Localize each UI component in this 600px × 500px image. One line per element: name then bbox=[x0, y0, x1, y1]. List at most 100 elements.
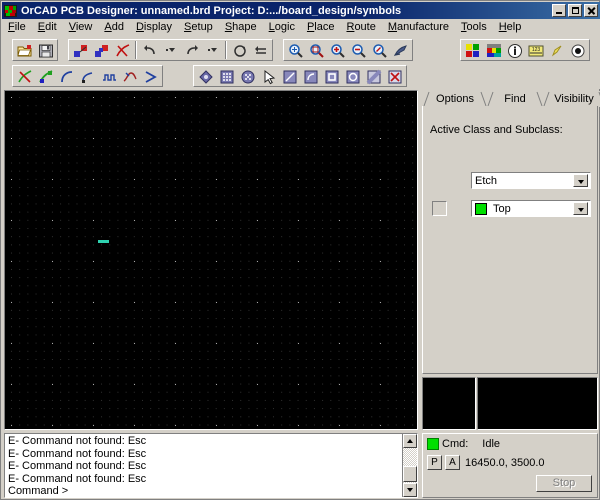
layer-color-swatch[interactable] bbox=[432, 201, 447, 216]
scrollbar-thumb[interactable] bbox=[403, 466, 417, 482]
stop-button[interactable]: Stop bbox=[536, 475, 592, 492]
command-status-row: Cmd: Idle bbox=[427, 438, 500, 450]
cut-move-icon[interactable] bbox=[70, 40, 91, 60]
command-prompt-line: Command > bbox=[8, 485, 402, 497]
shape-delete-icon[interactable] bbox=[342, 66, 363, 86]
menu-item-route[interactable]: Route bbox=[340, 20, 381, 34]
shape-edit-icon[interactable] bbox=[321, 66, 342, 86]
dehighlight-icon[interactable] bbox=[567, 40, 588, 60]
redo-icon[interactable] bbox=[181, 40, 202, 60]
refresh-icon[interactable] bbox=[229, 40, 250, 60]
undo-icon[interactable] bbox=[139, 40, 160, 60]
menu-item-view[interactable]: View bbox=[63, 20, 99, 34]
menu-item-manufacture[interactable]: Manufacture bbox=[382, 20, 455, 34]
swap-icon[interactable] bbox=[250, 40, 271, 60]
delete-icon[interactable] bbox=[112, 40, 133, 60]
tab-visibility-label: Visibility bbox=[552, 93, 596, 105]
shape-compose-icon[interactable] bbox=[363, 66, 384, 86]
menu-item-display[interactable]: Display bbox=[130, 20, 178, 34]
toolbar-area: 123 bbox=[2, 36, 600, 89]
toolbar-group-display: 123 bbox=[460, 39, 590, 61]
toolbar-group-file bbox=[12, 39, 58, 61]
place-auto-icon[interactable] bbox=[237, 66, 258, 86]
zoom-out-icon[interactable] bbox=[348, 40, 369, 60]
status-led-icon bbox=[427, 438, 439, 450]
chevron-down-icon[interactable] bbox=[573, 202, 588, 215]
zoom-window-icon[interactable] bbox=[306, 40, 327, 60]
minimize-button[interactable] bbox=[552, 4, 566, 17]
toolbar-group-edit bbox=[68, 39, 273, 61]
slide-icon[interactable] bbox=[77, 66, 98, 86]
options-panel-body: Active Class and Subclass: Etch Top bbox=[422, 106, 598, 374]
show-element-icon[interactable] bbox=[504, 40, 525, 60]
menu-item-help[interactable]: Help bbox=[493, 20, 528, 34]
world-view-right[interactable] bbox=[477, 377, 598, 430]
etch-segment[interactable] bbox=[98, 240, 109, 243]
measure-icon[interactable]: 123 bbox=[525, 40, 546, 60]
close-button[interactable] bbox=[584, 4, 598, 17]
menu-item-edit[interactable]: Edit bbox=[32, 20, 63, 34]
tab-find[interactable]: Find bbox=[492, 91, 538, 107]
highlight-icon[interactable] bbox=[546, 40, 567, 60]
tab-options[interactable]: Options bbox=[428, 91, 482, 107]
toolbar-row-1: 123 bbox=[2, 37, 600, 62]
menu-bar: FileEditViewAddDisplaySetupShapeLogicPla… bbox=[2, 19, 600, 36]
world-view-left[interactable] bbox=[422, 377, 476, 430]
panel-tabstrip: Options Find Visibility bbox=[422, 90, 598, 107]
tab-find-label: Find bbox=[502, 93, 527, 105]
vertex-icon[interactable] bbox=[140, 66, 161, 86]
menu-item-setup[interactable]: Setup bbox=[178, 20, 219, 34]
maximize-button[interactable] bbox=[568, 4, 582, 17]
save-icon[interactable] bbox=[35, 40, 56, 60]
scroll-down-arrow[interactable] bbox=[403, 483, 417, 497]
tab-left-edge bbox=[542, 91, 550, 107]
menu-item-shape[interactable]: Shape bbox=[219, 20, 263, 34]
menu-item-place[interactable]: Place bbox=[301, 20, 341, 34]
custom-smooth-icon[interactable] bbox=[119, 66, 140, 86]
zoom-previous-icon[interactable] bbox=[369, 40, 390, 60]
menu-item-file[interactable]: File bbox=[2, 20, 32, 34]
toolbar-group-zoom bbox=[283, 39, 413, 61]
chevron-down-icon[interactable] bbox=[573, 174, 588, 187]
unroute-icon[interactable] bbox=[14, 66, 35, 86]
place-quick-icon[interactable] bbox=[216, 66, 237, 86]
copy-icon[interactable] bbox=[91, 40, 112, 60]
drc-icon[interactable] bbox=[384, 66, 405, 86]
pick-mode-button[interactable]: P bbox=[427, 455, 442, 470]
class-combo[interactable]: Etch bbox=[471, 172, 591, 189]
select-icon[interactable] bbox=[258, 66, 279, 86]
open-file-icon[interactable] bbox=[14, 40, 35, 60]
command-log-text[interactable]: E- Command not found: EscE- Command not … bbox=[5, 434, 402, 497]
tab-visibility[interactable]: Visibility bbox=[548, 91, 600, 107]
toolbar-row-2 bbox=[2, 63, 600, 88]
log-line: E- Command not found: Esc bbox=[8, 435, 402, 448]
status-panel: Cmd: Idle P A 16450.0, 3500.0 Stop bbox=[422, 433, 598, 498]
log-line: E- Command not found: Esc bbox=[8, 448, 402, 461]
zoom-in-icon[interactable] bbox=[327, 40, 348, 60]
shape-select-icon[interactable] bbox=[300, 66, 321, 86]
absolute-mode-button[interactable]: A bbox=[445, 455, 460, 470]
shape-add-icon[interactable] bbox=[279, 66, 300, 86]
route-icon[interactable] bbox=[35, 66, 56, 86]
add-connect-icon[interactable] bbox=[56, 66, 77, 86]
color-visibility-icon[interactable] bbox=[483, 40, 504, 60]
zoom-center-icon[interactable] bbox=[390, 40, 411, 60]
subclass-combo-value: Top bbox=[490, 203, 573, 215]
command-log-scrollbar[interactable] bbox=[402, 434, 417, 497]
redo-dropdown-icon[interactable] bbox=[202, 40, 223, 60]
place-manual-icon[interactable] bbox=[195, 66, 216, 86]
menu-item-logic[interactable]: Logic bbox=[263, 20, 301, 34]
log-line: E- Command not found: Esc bbox=[8, 473, 402, 486]
design-canvas[interactable] bbox=[4, 90, 418, 430]
orcad-icon bbox=[4, 4, 18, 18]
menu-item-add[interactable]: Add bbox=[98, 20, 130, 34]
undo-dropdown-icon[interactable] bbox=[160, 40, 181, 60]
scroll-up-arrow[interactable] bbox=[403, 434, 417, 448]
canvas-grid[interactable] bbox=[5, 91, 417, 429]
subclass-color-swatch bbox=[475, 203, 487, 215]
zoom-fit-icon[interactable] bbox=[285, 40, 306, 60]
delay-tune-icon[interactable] bbox=[98, 66, 119, 86]
menu-item-tools[interactable]: Tools bbox=[455, 20, 493, 34]
color-palette-icon[interactable] bbox=[462, 40, 483, 60]
subclass-combo[interactable]: Top bbox=[471, 200, 591, 217]
